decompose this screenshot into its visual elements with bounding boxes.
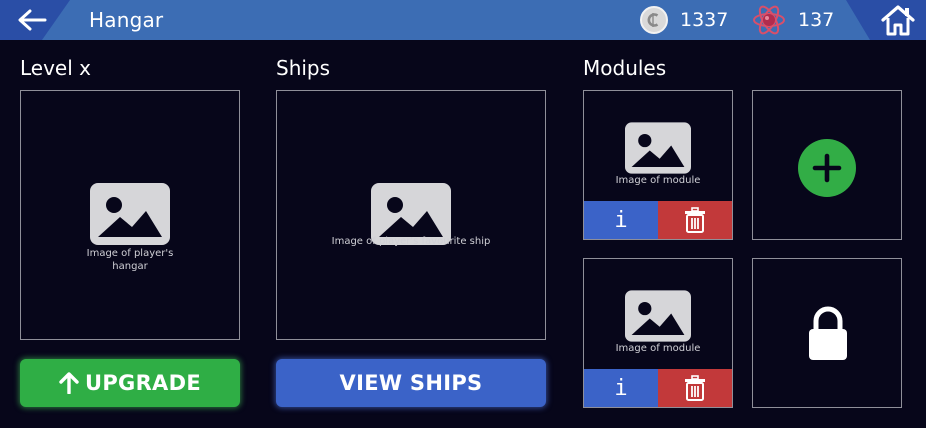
module-image-placeholder: Image of module <box>584 122 732 187</box>
module-delete-button[interactable] <box>658 201 732 239</box>
modules-heading: Modules <box>583 56 667 80</box>
image-placeholder-icon <box>625 122 691 174</box>
hangar-image-panel: Image of player's hangar <box>20 90 240 340</box>
coin-icon <box>640 6 668 34</box>
top-bar: Hangar 1337 137 <box>0 0 926 40</box>
back-button[interactable] <box>14 6 50 34</box>
module-actions: i <box>584 201 732 239</box>
image-placeholder-icon <box>90 183 170 245</box>
module-image-caption: Image of module <box>615 343 701 354</box>
ship-image-placeholder: Image of player's favourite ship <box>277 183 545 248</box>
atom-icon <box>753 5 785 35</box>
hangar-level-heading: Level x <box>20 56 91 80</box>
module-slot-locked <box>752 258 902 408</box>
hangar-image-placeholder: Image of player's hangar <box>21 183 239 273</box>
module-image-placeholder: Image of module <box>584 290 732 355</box>
hangar-image-caption: Image of player's hangar <box>86 248 174 272</box>
plus-icon <box>812 153 842 183</box>
upgrade-label: UPGRADE <box>85 371 201 395</box>
module-info-button[interactable]: i <box>584 369 658 407</box>
page-title: Hangar <box>89 8 164 32</box>
coins-counter: 1337 <box>640 5 728 35</box>
upgrade-button[interactable]: UPGRADE <box>20 359 240 407</box>
module-slot[interactable]: Image of module i <box>583 90 733 240</box>
ship-image-panel: Image of player's favourite ship <box>276 90 546 340</box>
ship-image-caption: Image of player's favourite ship <box>331 236 491 247</box>
view-ships-button[interactable]: VIEW SHIPS <box>276 359 546 407</box>
module-slot-add[interactable] <box>752 90 902 240</box>
lock-icon <box>809 306 847 360</box>
home-icon <box>881 5 915 36</box>
arrow-left-icon <box>18 9 47 31</box>
module-image-caption: Image of module <box>615 175 701 186</box>
module-actions: i <box>584 369 732 407</box>
home-button[interactable] <box>880 3 916 37</box>
module-info-button[interactable]: i <box>584 201 658 239</box>
energy-value: 137 <box>798 9 835 31</box>
trash-icon <box>685 207 705 233</box>
energy-counter: 137 <box>752 5 834 35</box>
coins-value: 1337 <box>680 9 729 31</box>
module-slot[interactable]: Image of module i <box>583 258 733 408</box>
trash-icon <box>685 375 705 401</box>
image-placeholder-icon <box>625 290 691 342</box>
arrow-up-icon <box>59 372 79 394</box>
add-module-button[interactable] <box>798 139 856 197</box>
ships-heading: Ships <box>276 56 331 80</box>
module-delete-button[interactable] <box>658 369 732 407</box>
